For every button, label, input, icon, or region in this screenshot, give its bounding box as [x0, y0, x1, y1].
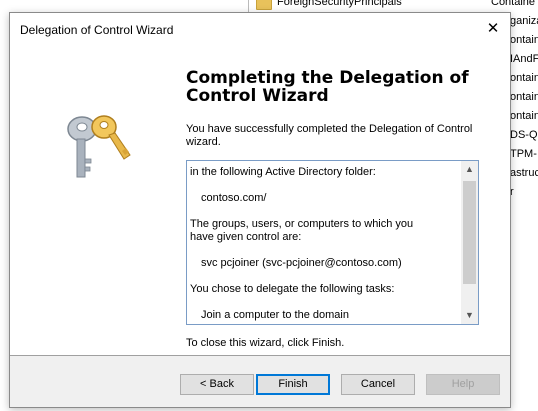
- wizard-graphic-pane: [10, 47, 175, 355]
- folder-row[interactable]: ForeignSecurityPrincipals: [256, 0, 402, 12]
- list-item: ontaine: [510, 110, 538, 122]
- page-heading: Completing the Delegation of Control Wiz…: [186, 68, 469, 106]
- finish-instruction: To close this wizard, click Finish.: [186, 337, 345, 349]
- wizard-content: Completing the Delegation of Control Wiz…: [10, 47, 510, 355]
- list-item: ganiza: [510, 15, 538, 27]
- gold-key-icon: [91, 115, 131, 160]
- scroll-down-icon[interactable]: ▼: [461, 307, 478, 324]
- summary-line: svc pcjoiner (svc-pcjoiner@contoso.com): [201, 257, 402, 269]
- list-item: ontaine: [510, 72, 538, 84]
- list-item: IAndF: [510, 53, 538, 65]
- scroll-thumb[interactable]: [463, 181, 476, 284]
- finish-button[interactable]: Finish: [256, 374, 330, 395]
- column-divider: [248, 0, 249, 12]
- summary-line: [190, 205, 458, 218]
- keys-icon: [67, 115, 131, 178]
- summary-line: The groups, users, or computers to which…: [190, 218, 414, 230]
- cancel-button[interactable]: Cancel: [341, 374, 415, 395]
- dialog-title: Delegation of Control Wizard: [20, 23, 174, 37]
- summary-line: You chose to delegate the following task…: [190, 283, 395, 295]
- list-item: TPM-: [510, 148, 537, 160]
- summary-textbox[interactable]: in the following Active Directory folder…: [186, 160, 479, 325]
- summary-line: [190, 244, 458, 257]
- summary-line: in the following Active Directory folder…: [190, 166, 376, 178]
- summary-lines: in the following Active Directory folder…: [190, 166, 458, 322]
- summary-scrollbar[interactable]: ▲ ▼: [461, 161, 478, 324]
- scroll-up-icon[interactable]: ▲: [461, 161, 478, 178]
- folder-type: Containe: [491, 0, 536, 8]
- delegation-wizard-dialog: Delegation of Control Wizard ✕ Completin…: [9, 12, 511, 408]
- title-bar[interactable]: Delegation of Control Wizard ✕: [10, 13, 510, 47]
- folder-icon: [256, 0, 272, 10]
- background-right-list: ganiza ontaine IAndF ontaine ontaine ont…: [510, 12, 538, 202]
- folder-name: ForeignSecurityPrincipals: [277, 0, 402, 8]
- button-separator: [10, 355, 510, 356]
- summary-line: have given control are:: [190, 231, 302, 243]
- summary-line: Join a computer to the domain: [201, 309, 349, 321]
- summary-line: [190, 270, 458, 283]
- list-item: ontaine: [510, 34, 538, 46]
- close-icon[interactable]: ✕: [480, 17, 506, 41]
- summary-line: [190, 179, 458, 192]
- list-item: astruc: [510, 167, 538, 179]
- list-item: r: [510, 186, 514, 198]
- list-item: DS-Qu: [510, 129, 538, 141]
- summary-line: [190, 296, 458, 309]
- back-button[interactable]: < Back: [180, 374, 254, 395]
- summary-line: contoso.com/: [201, 192, 267, 204]
- help-button[interactable]: Help: [426, 374, 500, 395]
- wizard-text-pane: Completing the Delegation of Control Wiz…: [175, 47, 510, 355]
- list-item: ontaine: [510, 91, 538, 103]
- intro-text: You have successfully completed the Dele…: [186, 123, 473, 148]
